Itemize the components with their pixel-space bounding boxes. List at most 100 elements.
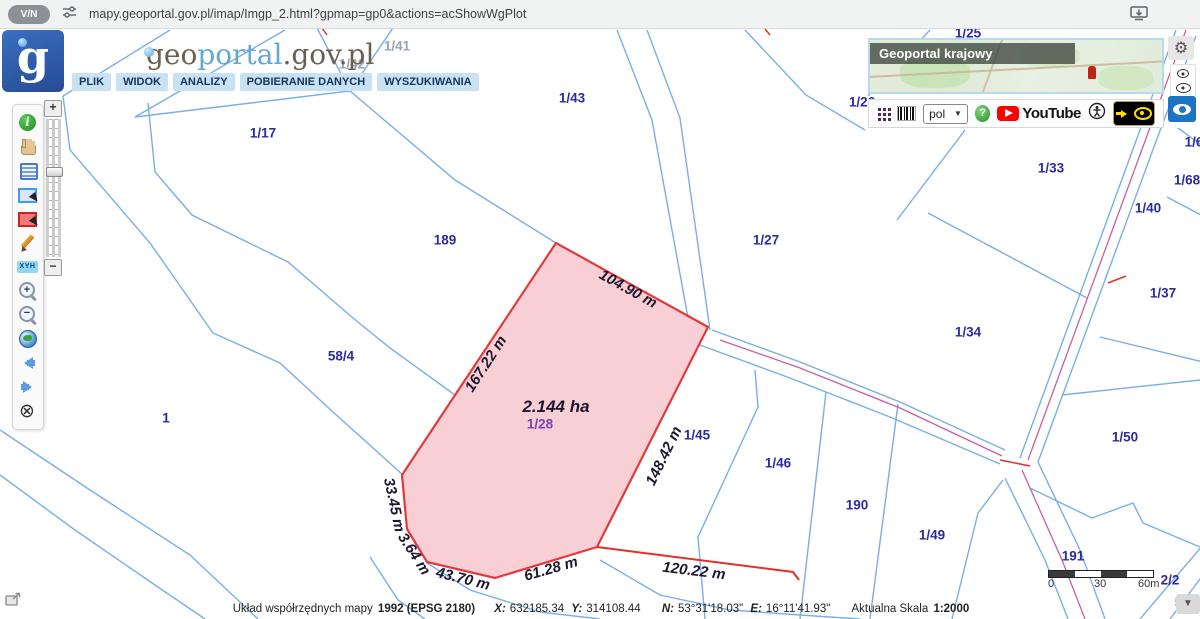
zoom-in-button[interactable] [16, 280, 40, 302]
settings-gear-button[interactable]: ⚙ [1168, 36, 1194, 60]
menu-item-pobieranie-danych[interactable]: POBIERANIE DANYCH [240, 73, 373, 91]
overview-map[interactable]: Geoportal krajowy [868, 38, 1164, 94]
cadastral-boundary-line [1100, 337, 1200, 362]
crs-value: 1992 (EPSG 2180) [378, 603, 475, 615]
cadastral-boundary-line [0, 475, 205, 619]
scale-bar-track [1048, 570, 1154, 578]
keyboard-icon[interactable] [877, 107, 890, 121]
menu-item-analizy[interactable]: ANALIZY [173, 73, 235, 91]
legend-button[interactable] [16, 160, 40, 182]
scale-value: 1:2000 [933, 603, 969, 615]
cadastral-boundary-line [700, 345, 1000, 464]
high-contrast-toggle[interactable] [1113, 101, 1155, 126]
overview-forest-patch [1098, 66, 1153, 90]
site-wordmark: geoportal.gov.pl [146, 38, 374, 71]
contrast-eye-icon [1134, 107, 1152, 120]
logo-g-glyph: g [17, 37, 49, 77]
cadastral-boundary-line [765, 29, 770, 35]
pan-hand-button[interactable] [16, 136, 40, 158]
menu-item-wyszukiwania[interactable]: WYSZUKIWANIA [377, 73, 478, 91]
eye-icon [1173, 104, 1191, 115]
previous-view-button[interactable] [16, 352, 40, 374]
zoom-slider-minus-button[interactable]: − [44, 259, 62, 276]
cadastral-boundary-line [150, 243, 403, 475]
cadastral-boundary-line [1022, 470, 1085, 619]
crs-label: Układ współrzędnych mapy [233, 603, 373, 615]
url-text[interactable]: mapy.geoportal.gov.pl/imap/Imgp_2.html?g… [89, 7, 526, 21]
zoom-slider-track[interactable] [46, 119, 61, 257]
map-scale-bar: 0 30 60m [1048, 570, 1160, 590]
menu-item-widok[interactable]: WIDOK [116, 73, 168, 91]
menu-bar: PLIK WIDOK ANALIZY POBIERANIE DANYCHWYSZUKI… [72, 73, 479, 91]
cadastral-boundary-line [350, 91, 556, 243]
cadastral-boundary-line [1005, 478, 1068, 619]
zoom-slider-plus-button[interactable]: + [44, 100, 62, 117]
geoportal-map-viewer: { "colors":{ "parcel_line":"#79aee6","ro… [0, 0, 1200, 619]
cadastral-boundary-line [800, 392, 826, 619]
cadastral-boundary-line [1167, 197, 1200, 216]
next-view-button[interactable] [16, 376, 40, 398]
help-icon[interactable]: ? [975, 105, 991, 122]
cadastral-boundary-line [1062, 380, 1200, 395]
full-extent-button[interactable] [16, 328, 40, 350]
zoom-slider: + − [44, 100, 62, 276]
cadastral-boundary-line [1020, 30, 1176, 458]
overview-location-marker [1088, 66, 1096, 79]
language-select[interactable]: pol ▼ [923, 104, 968, 124]
status-bar: Układ współrzędnych mapy 1992 (EPSG 2180… [0, 603, 1200, 615]
xyh-coordinates-button[interactable] [16, 256, 40, 278]
highlighted-parcel-polygon[interactable] [402, 243, 708, 578]
measurement-line [597, 547, 799, 580]
browser-address-bar: V/N mapy.geoportal.gov.pl/imap/Imgp_2.ht… [0, 0, 1200, 29]
youtube-link[interactable]: YouTube [997, 105, 1080, 122]
cadastral-boundary-line [63, 96, 150, 243]
cancel-button[interactable] [16, 400, 40, 422]
accessibility-icon[interactable] [1088, 102, 1106, 125]
map-tools-panel [12, 104, 44, 430]
coord-y: 314108.44 [586, 603, 640, 615]
coord-e: 16°11'41.93" [766, 603, 830, 615]
visibility-eye-button[interactable] [1168, 96, 1196, 122]
browser-profile-badge[interactable]: V/N [8, 5, 50, 24]
cadastral-boundary-line [928, 213, 1087, 298]
cadastral-boundary-line [647, 30, 710, 330]
cadastral-boundary-line [1000, 460, 1030, 466]
chevron-down-icon: ▼ [954, 109, 962, 118]
select-rectangle-button[interactable] [16, 184, 40, 206]
coord-x: 632185.34 [510, 603, 564, 615]
cadastral-boundary-line [148, 103, 455, 395]
coord-n: 53°31'18.03" [678, 603, 743, 615]
geoportal-logo-tile[interactable]: g [2, 30, 64, 92]
barcode-icon[interactable] [897, 106, 916, 121]
info-button[interactable] [16, 112, 40, 134]
cadastral-boundary-line [1030, 488, 1200, 547]
scale-bar-ticks: 0 30 60m [1048, 578, 1160, 590]
eye-icon[interactable] [1177, 69, 1189, 78]
menu-item-plik[interactable]: PLIK [72, 73, 111, 91]
youtube-label: YouTube [1022, 105, 1080, 122]
quick-access-toolbar: pol ▼ ? YouTube [868, 99, 1164, 128]
site-permissions-tune-icon[interactable] [62, 5, 77, 24]
expand-window-icon[interactable] [5, 592, 21, 611]
youtube-play-icon [997, 106, 1019, 121]
screen-share-icon[interactable] [1130, 6, 1148, 26]
overview-map-title: Geoportal krajowy [870, 43, 1075, 64]
draw-pencil-button[interactable] [16, 232, 40, 254]
cadastral-boundary-line [1178, 128, 1200, 146]
panel-collapse-button[interactable]: ▼ [1176, 594, 1200, 614]
zoom-out-button[interactable] [16, 304, 40, 326]
cadastral-boundary-line [322, 28, 327, 35]
cadastral-boundary-line [1108, 276, 1126, 283]
cadastral-boundary-line [0, 430, 258, 619]
zoom-slider-handle[interactable] [46, 167, 63, 177]
eye-icon[interactable] [1176, 83, 1191, 93]
cadastral-boundary-line [745, 30, 865, 130]
cadastral-boundary-line [698, 370, 758, 619]
layer-visibility-chip [1170, 64, 1196, 98]
language-value: pol [929, 107, 945, 121]
wordmark-dot-icon [144, 47, 154, 57]
clear-selection-button[interactable] [16, 208, 40, 230]
cadastral-boundary-line [720, 340, 1002, 456]
cadastral-boundary-line [952, 480, 1003, 619]
cadastral-boundary-line [870, 404, 898, 619]
